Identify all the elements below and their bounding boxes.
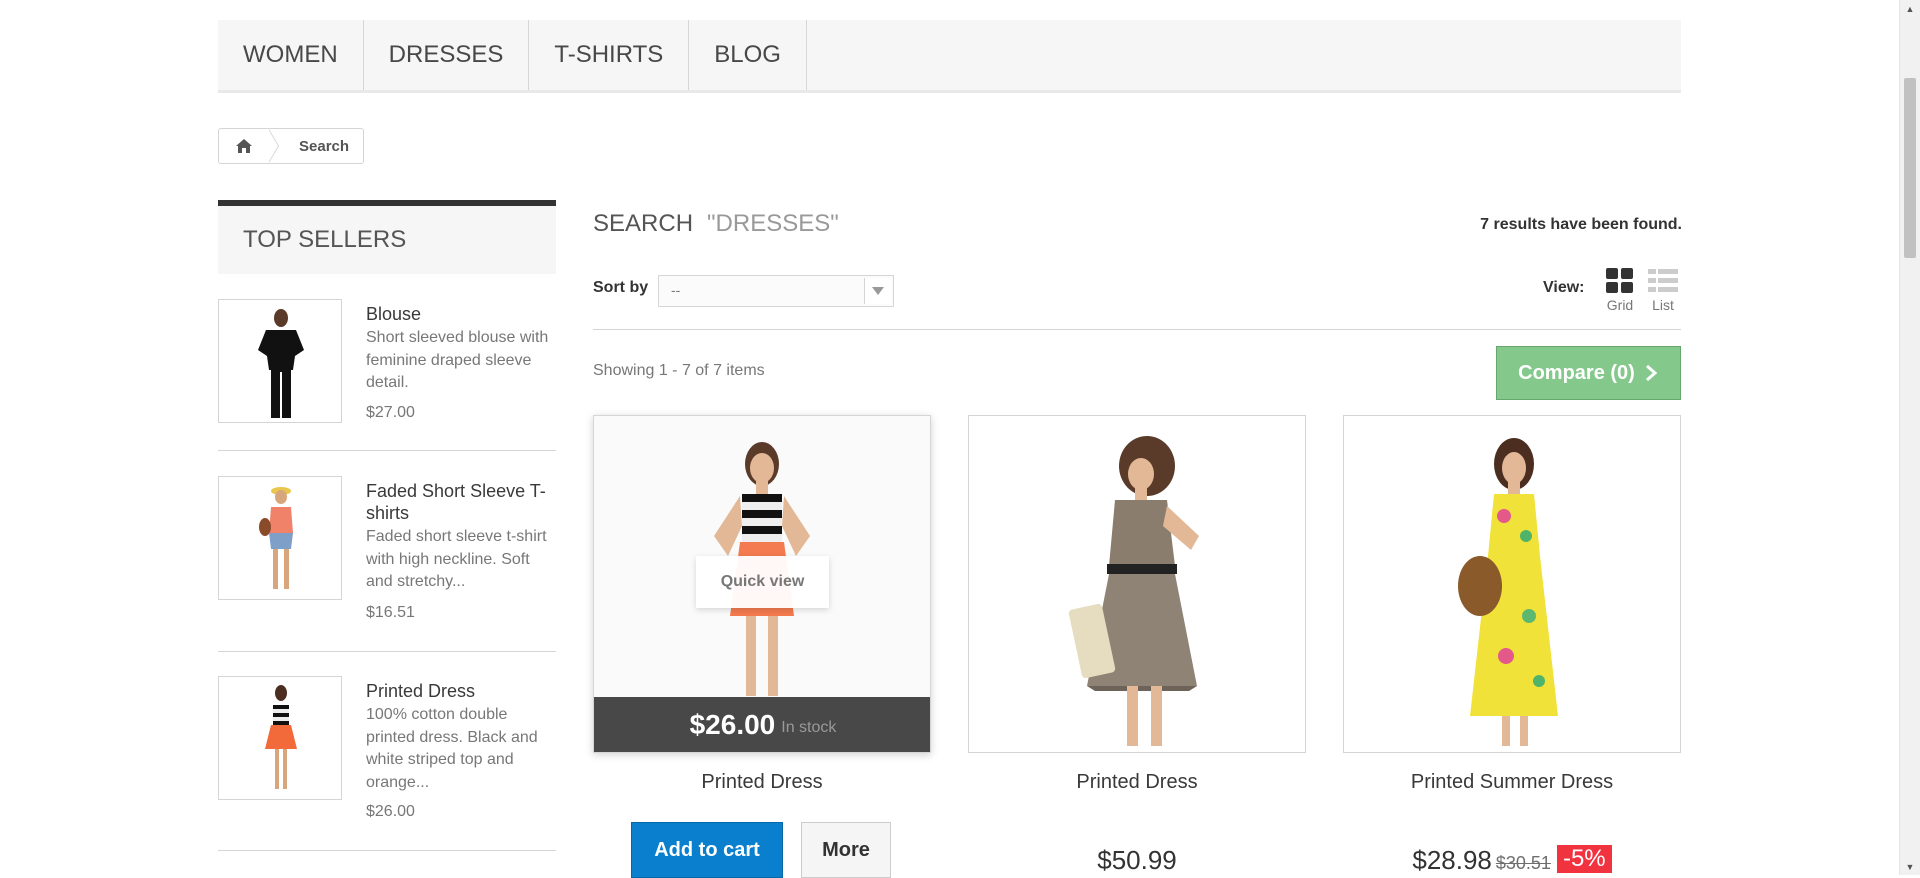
scroll-down-icon[interactable]: ▼ xyxy=(1900,858,1920,875)
sort-label: Sort by xyxy=(593,279,649,296)
sort-select-value: -- xyxy=(671,282,681,298)
product-thumbnail[interactable] xyxy=(218,299,342,423)
top-menu: WOMEN DRESSES T-SHIRTS BLOG xyxy=(218,20,1681,93)
compare-label: Compare (0) xyxy=(1518,361,1635,384)
product-name[interactable]: Printed Summer Dress xyxy=(1343,771,1681,794)
chevron-right-icon xyxy=(1645,364,1658,382)
price-bar: $26.00 In stock xyxy=(594,697,930,752)
stock-status: In stock xyxy=(781,718,837,736)
printed-dress-image xyxy=(265,685,297,789)
grid-icon xyxy=(1606,268,1633,293)
compare-button[interactable]: Compare (0) xyxy=(1496,346,1681,400)
product-price-value: $50.99 xyxy=(1097,845,1177,875)
product-image[interactable] xyxy=(968,415,1306,753)
view-list-button[interactable]: List xyxy=(1645,268,1681,313)
printed-dress-photo xyxy=(969,416,1305,752)
top-sellers-title[interactable]: TOP SELLERS xyxy=(218,200,556,274)
product-name[interactable]: Printed Dress xyxy=(593,771,931,794)
product-card: Printed Dress $50.99 xyxy=(968,415,1306,875)
top-seller-description: Faded short sleeve t-shirt with high nec… xyxy=(366,528,547,590)
product-price: $28.98 $30.51 -5% xyxy=(1343,845,1681,876)
top-seller-item: Printed Dress 100% cotton double printed… xyxy=(218,676,556,851)
top-seller-name[interactable]: Faded Short Sleeve T-shirts xyxy=(366,480,556,524)
divider xyxy=(593,329,1681,330)
tshirt-image xyxy=(259,487,293,589)
search-query: "DRESSES" xyxy=(707,210,839,237)
product-image[interactable]: Quick view $26.00 In stock xyxy=(593,415,931,753)
old-price: $30.51 xyxy=(1495,853,1551,873)
add-to-cart-button[interactable]: Add to cart xyxy=(631,822,783,878)
top-seller-name[interactable]: Printed Dress xyxy=(366,680,556,702)
sort-select[interactable]: -- xyxy=(658,275,894,307)
product-thumbnail[interactable] xyxy=(218,476,342,600)
menu-item-women[interactable]: WOMEN xyxy=(218,20,364,90)
page-title-label: SEARCH xyxy=(593,210,694,237)
breadcrumb: Search xyxy=(218,128,365,164)
top-seller-item: Blouse Short sleeved blouse with feminin… xyxy=(218,299,556,451)
scrollbar-thumb[interactable] xyxy=(1904,78,1916,258)
top-seller-item: Faded Short Sleeve T-shirts Faded short … xyxy=(218,476,556,652)
top-seller-name[interactable]: Blouse xyxy=(366,303,556,325)
view-grid-button[interactable]: Grid xyxy=(1602,268,1638,313)
chevron-down-icon[interactable] xyxy=(864,278,891,304)
list-icon xyxy=(1648,269,1678,292)
menu-item-dresses[interactable]: DRESSES xyxy=(364,20,530,90)
top-seller-description: 100% cotton double printed dress. Black … xyxy=(366,706,538,791)
breadcrumb-separator xyxy=(268,129,279,163)
product-price: $50.99 xyxy=(968,845,1306,876)
top-seller-price: $16.51 xyxy=(366,604,415,621)
quick-view-button[interactable]: Quick view xyxy=(696,556,829,608)
discount-badge: -5% xyxy=(1556,845,1612,873)
menu-item-tshirts[interactable]: T-SHIRTS xyxy=(529,20,690,90)
printed-summer-dress-photo xyxy=(1344,416,1680,752)
more-button[interactable]: More xyxy=(801,822,891,878)
blouse-image xyxy=(258,309,304,418)
results-count: 7 results have been found. xyxy=(1480,216,1682,233)
product-card: Quick view $26.00 In stock Printed Dress… xyxy=(593,415,931,878)
top-seller-price: $27.00 xyxy=(366,404,415,421)
scrollbar[interactable]: ▲ ▼ xyxy=(1899,0,1920,875)
product-card: Printed Summer Dress $28.98 $30.51 -5% xyxy=(1343,415,1681,875)
view-label: View: xyxy=(1543,279,1585,296)
breadcrumb-current: Search xyxy=(299,137,350,155)
view-list-label: List xyxy=(1652,297,1674,313)
scroll-up-icon[interactable]: ▲ xyxy=(1900,0,1920,17)
product-price-value: $28.98 xyxy=(1412,845,1492,875)
view-grid-label: Grid xyxy=(1606,297,1634,313)
page-title: SEARCH "DRESSES" xyxy=(593,210,839,238)
home-icon xyxy=(236,139,252,153)
home-link[interactable] xyxy=(219,129,269,163)
product-name[interactable]: Printed Dress xyxy=(968,771,1306,794)
top-seller-description: Short sleeved blouse with feminine drape… xyxy=(366,329,549,391)
menu-item-blog[interactable]: BLOG xyxy=(689,20,807,90)
showing-count: Showing 1 - 7 of 7 items xyxy=(593,362,765,379)
product-thumbnail[interactable] xyxy=(218,676,342,800)
product-image[interactable] xyxy=(1343,415,1681,753)
top-seller-price: $26.00 xyxy=(366,803,415,820)
product-price: $26.00 xyxy=(689,708,776,740)
